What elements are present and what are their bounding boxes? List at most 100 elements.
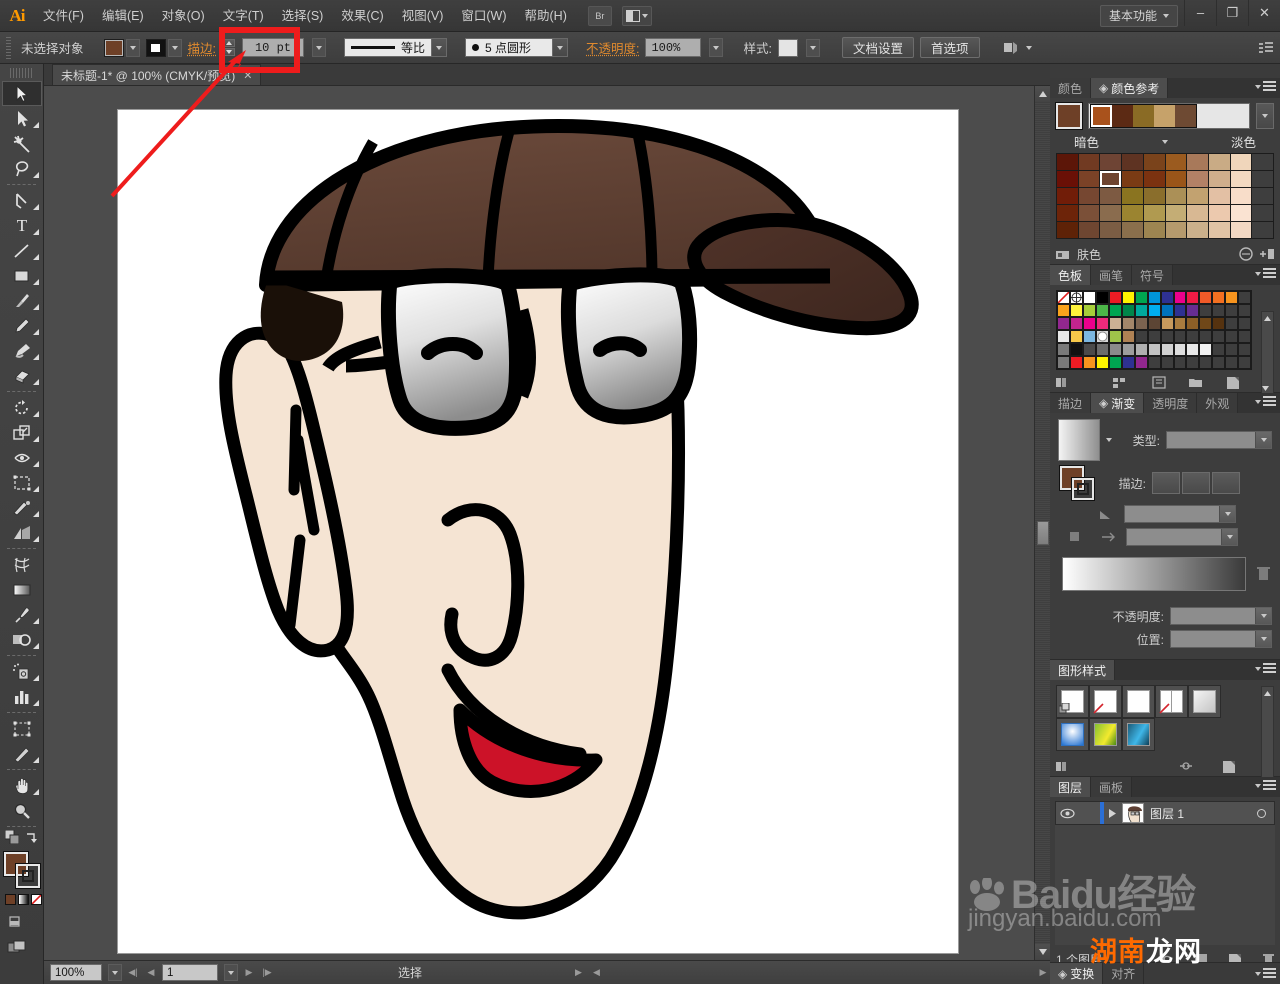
tab-layers[interactable]: 图层 — [1050, 777, 1092, 797]
tab-transparency[interactable]: 透明度 — [1144, 393, 1198, 413]
edit-colors-icon[interactable] — [1239, 247, 1253, 261]
swatch[interactable] — [1108, 356, 1122, 369]
blob-brush-tool[interactable] — [2, 338, 42, 363]
graphic-style-item[interactable] — [1056, 718, 1089, 751]
stroke-weight-input[interactable]: 10 pt — [242, 38, 304, 57]
swatch[interactable] — [1108, 291, 1122, 304]
swatch[interactable] — [1108, 304, 1122, 317]
control-panel-menu-icon[interactable] — [1258, 40, 1274, 56]
swatch[interactable] — [1186, 330, 1200, 343]
rectangle-tool[interactable] — [2, 263, 42, 288]
color-guide-swatch[interactable] — [1165, 171, 1187, 187]
blend-tool[interactable] — [2, 627, 42, 652]
stroke-color-control[interactable] — [145, 38, 182, 57]
color-guide-variation-grid[interactable] — [1056, 153, 1274, 239]
swatch[interactable] — [1057, 343, 1070, 356]
gradient-angle-select[interactable] — [1124, 505, 1236, 523]
color-guide-swatch[interactable] — [1208, 154, 1230, 170]
swatch-libraries-icon[interactable] — [1055, 376, 1071, 389]
screen-mode-icon[interactable] — [8, 915, 43, 934]
gradient-fill-stroke-indicator[interactable] — [1060, 466, 1098, 500]
free-transform-tool[interactable] — [2, 470, 42, 495]
chevron-down-icon[interactable] — [167, 38, 182, 57]
chevron-down-icon[interactable] — [1025, 45, 1032, 50]
swatch[interactable] — [1095, 304, 1109, 317]
chevron-down-icon[interactable] — [431, 39, 446, 56]
color-guide-swatch[interactable] — [1252, 171, 1273, 187]
tab-brushes[interactable]: 画笔 — [1091, 265, 1133, 285]
color-guide-swatch[interactable] — [1078, 154, 1100, 170]
tab-color[interactable]: 颜色 — [1050, 78, 1092, 98]
mesh-tool[interactable] — [2, 552, 42, 577]
harmony-swatch[interactable] — [1175, 105, 1196, 127]
swatch[interactable] — [1186, 356, 1200, 369]
swatch[interactable] — [1238, 304, 1251, 317]
eyedropper-tool[interactable] — [2, 602, 42, 627]
color-guide-swatch[interactable] — [1143, 205, 1165, 221]
document-tab[interactable]: 未标题-1* @ 100% (CMYK/预览) ✕ — [52, 64, 262, 85]
swatches-grid[interactable] — [1056, 290, 1252, 370]
color-guide-base-swatch[interactable] — [1056, 103, 1082, 129]
paintbrush-tool[interactable] — [2, 288, 42, 313]
swatch[interactable] — [1160, 291, 1174, 304]
width-tool[interactable] — [2, 445, 42, 470]
graphic-style-item[interactable] — [1089, 718, 1122, 751]
swatch[interactable] — [1134, 330, 1148, 343]
gradient-type-select[interactable] — [1166, 431, 1272, 449]
swatch[interactable] — [1147, 291, 1161, 304]
swatch[interactable] — [1212, 343, 1226, 356]
swatch[interactable] — [1057, 356, 1070, 369]
menu-edit[interactable]: 编辑(E) — [93, 0, 153, 32]
perspective-grid-tool[interactable] — [2, 520, 42, 545]
color-guide-swatch[interactable] — [1122, 205, 1143, 221]
restore-button[interactable]: ❐ — [1216, 0, 1248, 26]
color-guide-swatch[interactable] — [1187, 188, 1208, 204]
swatch[interactable] — [1212, 304, 1226, 317]
color-guide-swatch[interactable] — [1143, 222, 1165, 238]
swatch[interactable] — [1134, 343, 1148, 356]
canvas-vertical-scrollbar[interactable] — [1034, 86, 1050, 960]
tools-panel-grip[interactable] — [10, 68, 33, 78]
opacity-label[interactable]: 不透明度: — [586, 38, 639, 57]
swatch[interactable] — [1121, 291, 1135, 304]
color-guide-swatch[interactable] — [1143, 171, 1165, 187]
color-guide-swatch[interactable] — [1057, 205, 1078, 221]
swatch[interactable] — [1212, 317, 1226, 330]
gradient-stroke-swatch[interactable] — [1072, 478, 1094, 500]
tab-symbols[interactable]: 符号 — [1132, 265, 1174, 285]
menu-file[interactable]: 文件(F) — [34, 0, 93, 32]
swatch[interactable] — [1134, 304, 1148, 317]
artboard[interactable] — [117, 109, 959, 954]
swatch[interactable] — [1108, 330, 1122, 343]
color-guide-swatch[interactable] — [1057, 222, 1078, 238]
swatch[interactable] — [1225, 317, 1239, 330]
scroll-up-icon[interactable] — [1262, 687, 1273, 699]
swatch[interactable] — [1147, 343, 1161, 356]
swatch[interactable] — [1121, 343, 1135, 356]
fill-color-control[interactable] — [103, 38, 140, 57]
swatch[interactable] — [1173, 343, 1187, 356]
color-guide-swatch[interactable] — [1078, 171, 1100, 187]
graphic-style-swatch[interactable] — [777, 38, 798, 57]
new-color-group-icon[interactable] — [1188, 376, 1204, 389]
gradient-location-select[interactable] — [1170, 630, 1272, 648]
swatch[interactable] — [1095, 356, 1109, 369]
swatch[interactable] — [1121, 317, 1135, 330]
minimize-button[interactable]: – — [1184, 0, 1216, 26]
swatch[interactable] — [1083, 330, 1096, 343]
color-guide-swatch[interactable] — [1208, 222, 1230, 238]
pencil-tool[interactable] — [2, 313, 42, 338]
swatch[interactable] — [1238, 330, 1251, 343]
type-tool[interactable]: T — [2, 213, 42, 238]
menu-object[interactable]: 对象(O) — [153, 0, 214, 32]
color-guide-swatch[interactable] — [1252, 154, 1273, 170]
swatch[interactable] — [1083, 356, 1096, 369]
graphic-style-item[interactable] — [1155, 685, 1188, 718]
stroke-profile-select[interactable]: 等比 — [344, 38, 447, 57]
delete-gradient-stop-icon[interactable] — [1256, 565, 1272, 583]
color-guide-swatch[interactable] — [1230, 222, 1252, 238]
graphic-style-item[interactable] — [1056, 685, 1089, 718]
color-guide-swatch[interactable] — [1208, 188, 1230, 204]
layer-name-label[interactable]: 图层 1 — [1144, 805, 1257, 822]
panel-menu-icon[interactable] — [1255, 780, 1276, 791]
